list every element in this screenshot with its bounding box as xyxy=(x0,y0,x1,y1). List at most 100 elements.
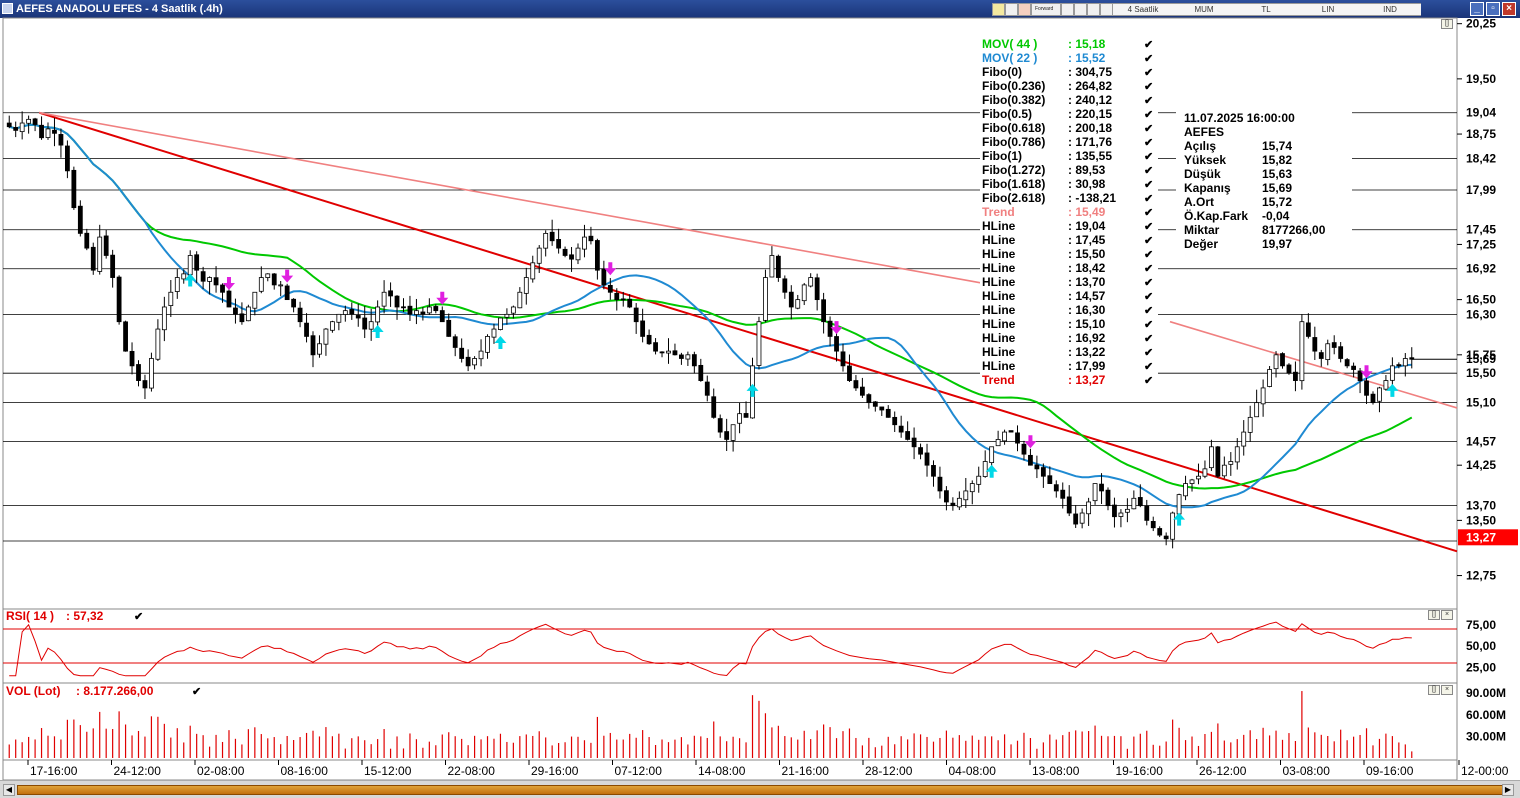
candle-body xyxy=(446,319,452,337)
x-tick-label: 09-16:00 xyxy=(1366,764,1414,778)
legend-value: : 304,75 xyxy=(1068,65,1112,79)
candle-body xyxy=(407,305,413,315)
candle-body xyxy=(1318,352,1324,359)
candle-body xyxy=(465,356,471,367)
candle-body xyxy=(433,306,439,312)
candle-body xyxy=(136,364,141,381)
candle-body xyxy=(19,122,25,133)
legend-value: : 15,49 xyxy=(1068,205,1106,219)
horizontal-scrollbar[interactable]: ◀ ▶ xyxy=(0,780,1520,798)
rsi-tick-label: 25,00 xyxy=(1466,660,1496,674)
legend-label: HLine xyxy=(982,289,1016,303)
volume-tick-label: 90.00M xyxy=(1466,686,1506,700)
candle-body xyxy=(562,248,568,256)
candle-body xyxy=(1305,322,1311,337)
legend-label: MOV( 44 ) xyxy=(982,37,1037,51)
candle-body xyxy=(717,418,723,433)
candle-body xyxy=(1383,380,1389,390)
candle-body xyxy=(911,437,917,448)
legend-visible-check-icon: ✔ xyxy=(1144,81,1153,93)
candle-body xyxy=(737,413,742,424)
rsi-panel-menu-icon[interactable]: [] xyxy=(1428,610,1440,620)
candle-body xyxy=(233,307,238,315)
legend-label: HLine xyxy=(982,359,1016,373)
legend-visible-check-icon: ✔ xyxy=(1144,53,1153,65)
scroll-thumb[interactable] xyxy=(17,785,1503,795)
x-tick-label: 21-16:00 xyxy=(782,764,830,778)
legend-label: HLine xyxy=(982,233,1016,247)
scroll-right-icon[interactable]: ▶ xyxy=(1502,784,1514,796)
candle-body xyxy=(1092,483,1098,502)
rsi-value: : 57,32 xyxy=(66,609,104,623)
candle-body xyxy=(213,277,219,286)
legend-visible-check-icon: ✔ xyxy=(1144,361,1153,373)
candle-body xyxy=(931,465,936,477)
candle-body xyxy=(646,334,652,345)
candle-body xyxy=(1338,346,1344,359)
rsi-title: RSI( 14 ) xyxy=(6,609,54,623)
candle-body xyxy=(607,284,613,293)
candle-body xyxy=(1157,528,1163,536)
vol-panel-close-icon[interactable]: × xyxy=(1441,685,1453,695)
legend-visible-check-icon: ✔ xyxy=(1144,137,1153,149)
x-tick-label: 12-00:00 xyxy=(1461,764,1509,778)
info-value: 15,74 xyxy=(1262,139,1292,153)
candle-body xyxy=(1105,489,1111,507)
price-panel-menu-icon[interactable]: [] xyxy=(1441,19,1453,29)
candle-body xyxy=(536,247,542,264)
candle-body xyxy=(847,365,852,381)
candle-body xyxy=(329,321,335,331)
candle-body xyxy=(808,277,814,287)
candle-body xyxy=(1040,467,1046,477)
candle-body xyxy=(859,386,865,396)
candle-body xyxy=(1137,497,1143,507)
candle-body xyxy=(704,381,710,396)
legend-value: : 15,52 xyxy=(1068,51,1106,65)
candle-body xyxy=(659,351,665,354)
candle-body xyxy=(207,277,212,282)
legend-visible-check-icon: ✔ xyxy=(1144,165,1153,177)
legend-value: : 14,57 xyxy=(1068,289,1106,303)
candle-body xyxy=(420,311,426,315)
legend-visible-check-icon: ✔ xyxy=(1144,249,1153,261)
bar-info-box: 11.07.2025 16:00:00AEFESAçılış 15,74 Yükse… xyxy=(1176,106,1352,254)
legend-value: : 171,76 xyxy=(1068,135,1112,149)
candle-body xyxy=(103,235,109,256)
candle-body xyxy=(963,490,969,501)
chart-area[interactable]: 19,04 18,42 17,99 17,45 16,92 16,30 15,50 15,10… xyxy=(0,0,1520,780)
scroll-left-icon[interactable]: ◀ xyxy=(3,784,15,796)
candle-body xyxy=(161,306,167,331)
legend-label: Fibo(0.236) xyxy=(982,79,1045,93)
candle-body xyxy=(653,342,658,352)
candle-body xyxy=(1053,484,1059,492)
candle-body xyxy=(1150,521,1156,529)
y-tick-label: 15,75 xyxy=(1466,348,1496,362)
legend-label: Fibo(0.786) xyxy=(982,135,1045,149)
candle-body xyxy=(52,129,57,134)
rsi-panel-close-icon[interactable]: × xyxy=(1441,610,1453,620)
volume-visible-check-icon: ✔ xyxy=(192,686,201,698)
legend-visible-check-icon: ✔ xyxy=(1144,151,1153,163)
candle-body xyxy=(1215,446,1221,477)
hline-label: 13,70 xyxy=(1466,499,1496,513)
candle-body xyxy=(239,313,245,323)
candle-body xyxy=(381,291,387,307)
legend-label: HLine xyxy=(982,317,1016,331)
legend-label: HLine xyxy=(982,219,1016,233)
info-value: 15,72 xyxy=(1262,195,1292,209)
candle-body xyxy=(1228,461,1234,465)
candle-body xyxy=(265,273,271,278)
info-key: Yüksek xyxy=(1184,153,1226,167)
volume-panel-frame xyxy=(2,682,1458,761)
candle-body xyxy=(743,413,749,418)
candle-body xyxy=(1396,364,1402,367)
vol-panel-menu-icon[interactable]: [] xyxy=(1428,685,1440,695)
legend-label: MOV( 22 ) xyxy=(982,51,1037,65)
candle-body xyxy=(123,321,128,352)
legend-label: HLine xyxy=(982,275,1016,289)
legend-visible-check-icon: ✔ xyxy=(1144,39,1153,51)
candle-body xyxy=(323,328,329,345)
legend-label: HLine xyxy=(982,303,1016,317)
legend-value: : -138,21 xyxy=(1068,191,1116,205)
legend-visible-check-icon: ✔ xyxy=(1144,291,1153,303)
